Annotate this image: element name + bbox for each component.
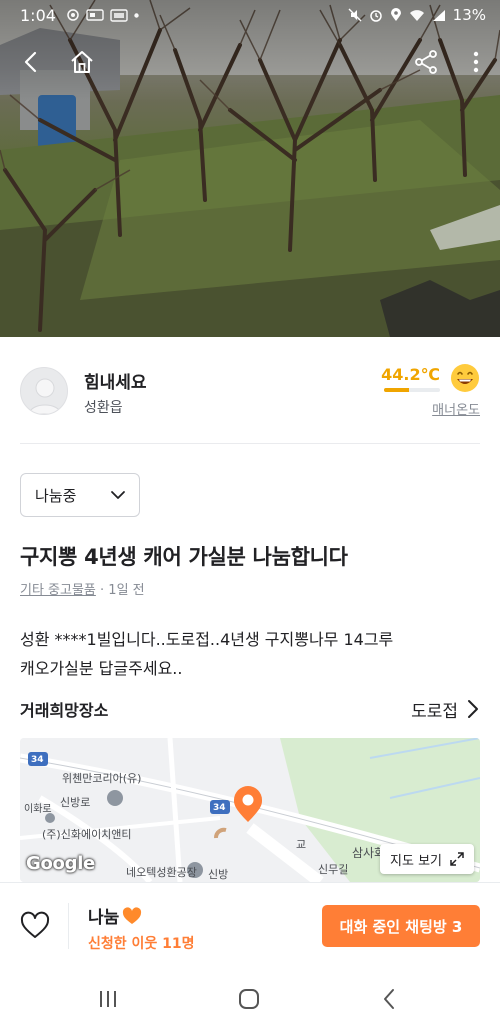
location-icon bbox=[390, 8, 401, 21]
route-number-label: 34 bbox=[31, 755, 44, 765]
map-place-label: 위첸만코리아(유) bbox=[62, 772, 142, 785]
home-nav-icon[interactable] bbox=[237, 987, 261, 1011]
article-meta: 기타 중고물품 · 1일 전 bbox=[20, 579, 145, 598]
recent-apps-icon[interactable] bbox=[96, 987, 120, 1011]
share-icon bbox=[415, 50, 437, 74]
status-dropdown[interactable]: 나눔중 bbox=[20, 473, 140, 517]
default-avatar-icon bbox=[28, 378, 62, 414]
article-time: · 1일 전 bbox=[100, 583, 145, 598]
trade-location-label: 거래희망장소 bbox=[20, 701, 109, 720]
manner-temperature-bar bbox=[384, 388, 440, 392]
back-button[interactable] bbox=[14, 44, 50, 80]
settings-status-icon bbox=[67, 9, 79, 21]
status-time: 1:04 bbox=[20, 5, 56, 25]
home-button[interactable] bbox=[64, 44, 100, 80]
article-description: 성환 ****1빌입니다..도로접..4년생 구지뽕나무 14그루 캐오가실분 … bbox=[20, 625, 480, 683]
heart-outline-icon[interactable] bbox=[20, 911, 50, 941]
applicants-count[interactable]: 신청한 이웃 11명 bbox=[88, 933, 195, 953]
divider bbox=[68, 903, 69, 949]
share-price-label: 나눔 bbox=[88, 903, 142, 928]
back-nav-icon[interactable] bbox=[378, 987, 402, 1011]
wifi-icon bbox=[409, 9, 424, 21]
share-label: 나눔 bbox=[88, 908, 120, 928]
product-photo[interactable]: 1:04 13% bbox=[0, 0, 500, 337]
route-number-label: 34 bbox=[213, 803, 226, 813]
trade-location-value: 도로접 bbox=[411, 701, 458, 722]
map-place-label: 네오텍성환공장 bbox=[126, 866, 197, 879]
article-title: 구지뽕 4년생 캐어 가실분 나눔합니다 bbox=[20, 545, 348, 569]
smile-face-icon bbox=[451, 364, 479, 392]
trade-location-row[interactable]: 거래희망장소 도로접 bbox=[20, 697, 480, 722]
more-button[interactable] bbox=[458, 44, 494, 80]
map-view-label: 지도 보기 bbox=[390, 853, 442, 869]
status-bar: 1:04 13% bbox=[0, 0, 500, 30]
chevron-right-icon bbox=[468, 700, 478, 718]
map-place-label: (주)신화에이치앤티 bbox=[42, 828, 132, 841]
orange-heart-icon bbox=[123, 906, 142, 924]
description-line: 캐오가실분 답글주세요.. bbox=[20, 659, 183, 678]
tv-status-icon bbox=[110, 8, 128, 22]
map-road-label: 신무길 bbox=[318, 863, 349, 876]
map-view-button[interactable]: 지도 보기 bbox=[380, 844, 474, 874]
manner-temperature-fill bbox=[384, 388, 409, 392]
manner-temperature-value: 44.2℃ bbox=[381, 365, 440, 384]
map-road-label: 신방로 bbox=[60, 796, 91, 809]
avatar[interactable] bbox=[20, 367, 68, 415]
google-logo: Google bbox=[26, 853, 95, 874]
battery-percent: 13% bbox=[452, 6, 486, 24]
expand-icon bbox=[450, 852, 464, 866]
status-dropdown-value: 나눔중 bbox=[35, 486, 77, 505]
article-category-link[interactable]: 기타 중고물품 bbox=[20, 583, 96, 598]
map-road-label: 교 bbox=[296, 838, 307, 851]
dot-status-icon bbox=[134, 12, 139, 18]
system-navigation-bar bbox=[0, 969, 500, 1027]
chat-rooms-button[interactable]: 대화 중인 채팅방 3 bbox=[322, 905, 480, 947]
news-status-icon bbox=[86, 9, 104, 21]
description-line: 성환 ****1빌입니다..도로접..4년생 구지뽕나무 14그루 bbox=[20, 630, 394, 649]
manner-temperature-link[interactable]: 매너온도 bbox=[432, 399, 480, 418]
home-icon bbox=[71, 51, 93, 73]
mute-icon bbox=[348, 8, 362, 22]
more-vertical-icon bbox=[473, 51, 479, 73]
location-map[interactable]: 34 34 위첸만코리아(유) 신방로 이화로 (주)신화에이치앤티 네오텍성환… bbox=[20, 738, 480, 882]
seller-name: 힘내세요 bbox=[84, 373, 147, 393]
notification-icons bbox=[66, 8, 139, 22]
system-status-icons: 13% bbox=[348, 6, 486, 24]
signal-icon bbox=[432, 9, 445, 21]
seller-location: 성환읍 bbox=[84, 400, 123, 416]
alarm-icon bbox=[369, 10, 382, 22]
chevron-left-icon bbox=[24, 51, 37, 73]
trade-location-value-wrap: 도로접 bbox=[411, 697, 480, 722]
seller-profile[interactable]: 힘내세요 성환읍 44.2℃ 매너온도 bbox=[20, 337, 480, 444]
share-button[interactable] bbox=[408, 44, 444, 80]
map-road-label: 이화로 bbox=[24, 804, 52, 815]
bottom-action-bar: 나눔 신청한 이웃 11명 대화 중인 채팅방 3 bbox=[0, 882, 500, 969]
chevron-down-icon bbox=[111, 491, 125, 499]
map-place-label: 신방 bbox=[208, 868, 229, 881]
